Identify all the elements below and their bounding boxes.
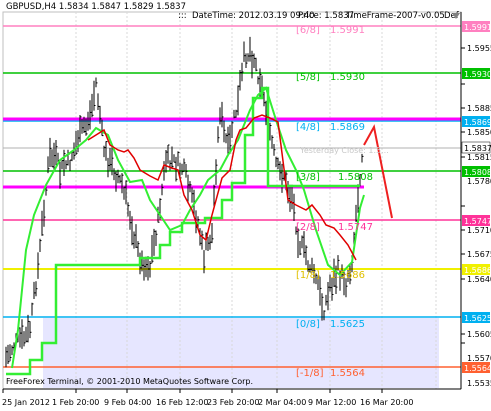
svg-text:1.5991: 1.5991 <box>464 23 491 32</box>
svg-text:1.5869: 1.5869 <box>464 118 491 127</box>
svg-text:1.5837: 1.5837 <box>464 144 491 153</box>
svg-text:1.5869: 1.5869 <box>330 122 365 133</box>
svg-text:[1/8]: [1/8] <box>296 270 320 281</box>
price-axis-level-tags: 1.5991 1.5930 1.5869 1.5837 1.5808 1.574… <box>461 21 491 373</box>
svg-text:1.5808: 1.5808 <box>464 168 491 177</box>
svg-text:16 Feb 12:00: 16 Feb 12:00 <box>156 398 208 407</box>
svg-text:1.5747: 1.5747 <box>338 222 373 233</box>
svg-text:1.5675: 1.5675 <box>467 250 491 259</box>
svg-text:9 Feb 04:00: 9 Feb 04:00 <box>104 398 151 407</box>
svg-text:1.5535: 1.5535 <box>467 379 491 388</box>
svg-text:[3/8]: [3/8] <box>296 172 320 183</box>
svg-text:9 Mar 12:00: 9 Mar 12:00 <box>308 398 356 407</box>
svg-text:[-1/8]: [-1/8] <box>296 368 324 379</box>
svg-text:25 Jan 2012: 25 Jan 2012 <box>2 398 50 407</box>
svg-text:2 Mar 04:00: 2 Mar 04:00 <box>258 398 306 407</box>
svg-text:1.5640: 1.5640 <box>467 275 491 284</box>
svg-text:1.5885: 1.5885 <box>467 104 491 113</box>
svg-text:1.5625: 1.5625 <box>330 319 365 330</box>
svg-text:1.5930: 1.5930 <box>464 70 491 79</box>
svg-text:1.5625: 1.5625 <box>464 314 491 323</box>
svg-text:[2/8]: [2/8] <box>296 222 320 233</box>
svg-text:1.5780: 1.5780 <box>467 177 491 186</box>
svg-text:1.5686: 1.5686 <box>330 270 365 281</box>
svg-text:1.5570: 1.5570 <box>467 354 491 363</box>
svg-text:1.5564: 1.5564 <box>330 368 365 379</box>
svg-text:1.5815: 1.5815 <box>467 153 491 162</box>
copyright-text: FreeForex Terminal, © 2001-2010 MetaQuot… <box>6 377 253 386</box>
time-axis: 25 Jan 2012 1 Feb 20:00 9 Feb 04:00 16 F… <box>2 388 461 407</box>
header-datetime: DateTime: 2012.03.19 09:40 <box>192 11 315 21</box>
svg-text:1.5991: 1.5991 <box>330 25 365 36</box>
svg-text:1.5850: 1.5850 <box>467 128 491 137</box>
header-timeframe: TimeFrame-2007-v0.05 <box>345 11 445 21</box>
svg-text:[5/8]: [5/8] <box>296 72 320 83</box>
symbol-quote: GBPUSD,H4 1.5834 1.5847 1.5829 1.5837 <box>6 2 186 12</box>
svg-text:1.5747: 1.5747 <box>464 217 491 226</box>
svg-text:[4/8]: [4/8] <box>296 122 320 133</box>
yesterday-close-watermark: Yesterday Close: 1.5... <box>299 146 389 155</box>
svg-text:1.5686: 1.5686 <box>464 266 491 275</box>
price-chart[interactable]: [6/8] 1.5991 [5/8] 1.5930 [4/8] 1.5869 [… <box>0 0 491 411</box>
svg-text:1.5808: 1.5808 <box>338 172 373 183</box>
svg-text:1.5955: 1.5955 <box>467 44 491 53</box>
svg-text:[6/8]: [6/8] <box>296 25 320 36</box>
svg-text:1 Feb 20:00: 1 Feb 20:00 <box>52 398 99 407</box>
svg-text:23 Feb 20:00: 23 Feb 20:00 <box>207 398 259 407</box>
svg-text:1.5710: 1.5710 <box>467 226 491 235</box>
header-separator: ::: <box>178 11 187 21</box>
svg-text:1.5605: 1.5605 <box>467 330 491 339</box>
svg-text:1.5930: 1.5930 <box>330 72 365 83</box>
svg-text:1.5564: 1.5564 <box>464 364 491 373</box>
svg-text:16 Mar 20:00: 16 Mar 20:00 <box>360 398 413 407</box>
svg-text:[0/8]: [0/8] <box>296 319 320 330</box>
chart-window[interactable]: [6/8] 1.5991 [5/8] 1.5930 [4/8] 1.5869 [… <box>0 0 491 411</box>
